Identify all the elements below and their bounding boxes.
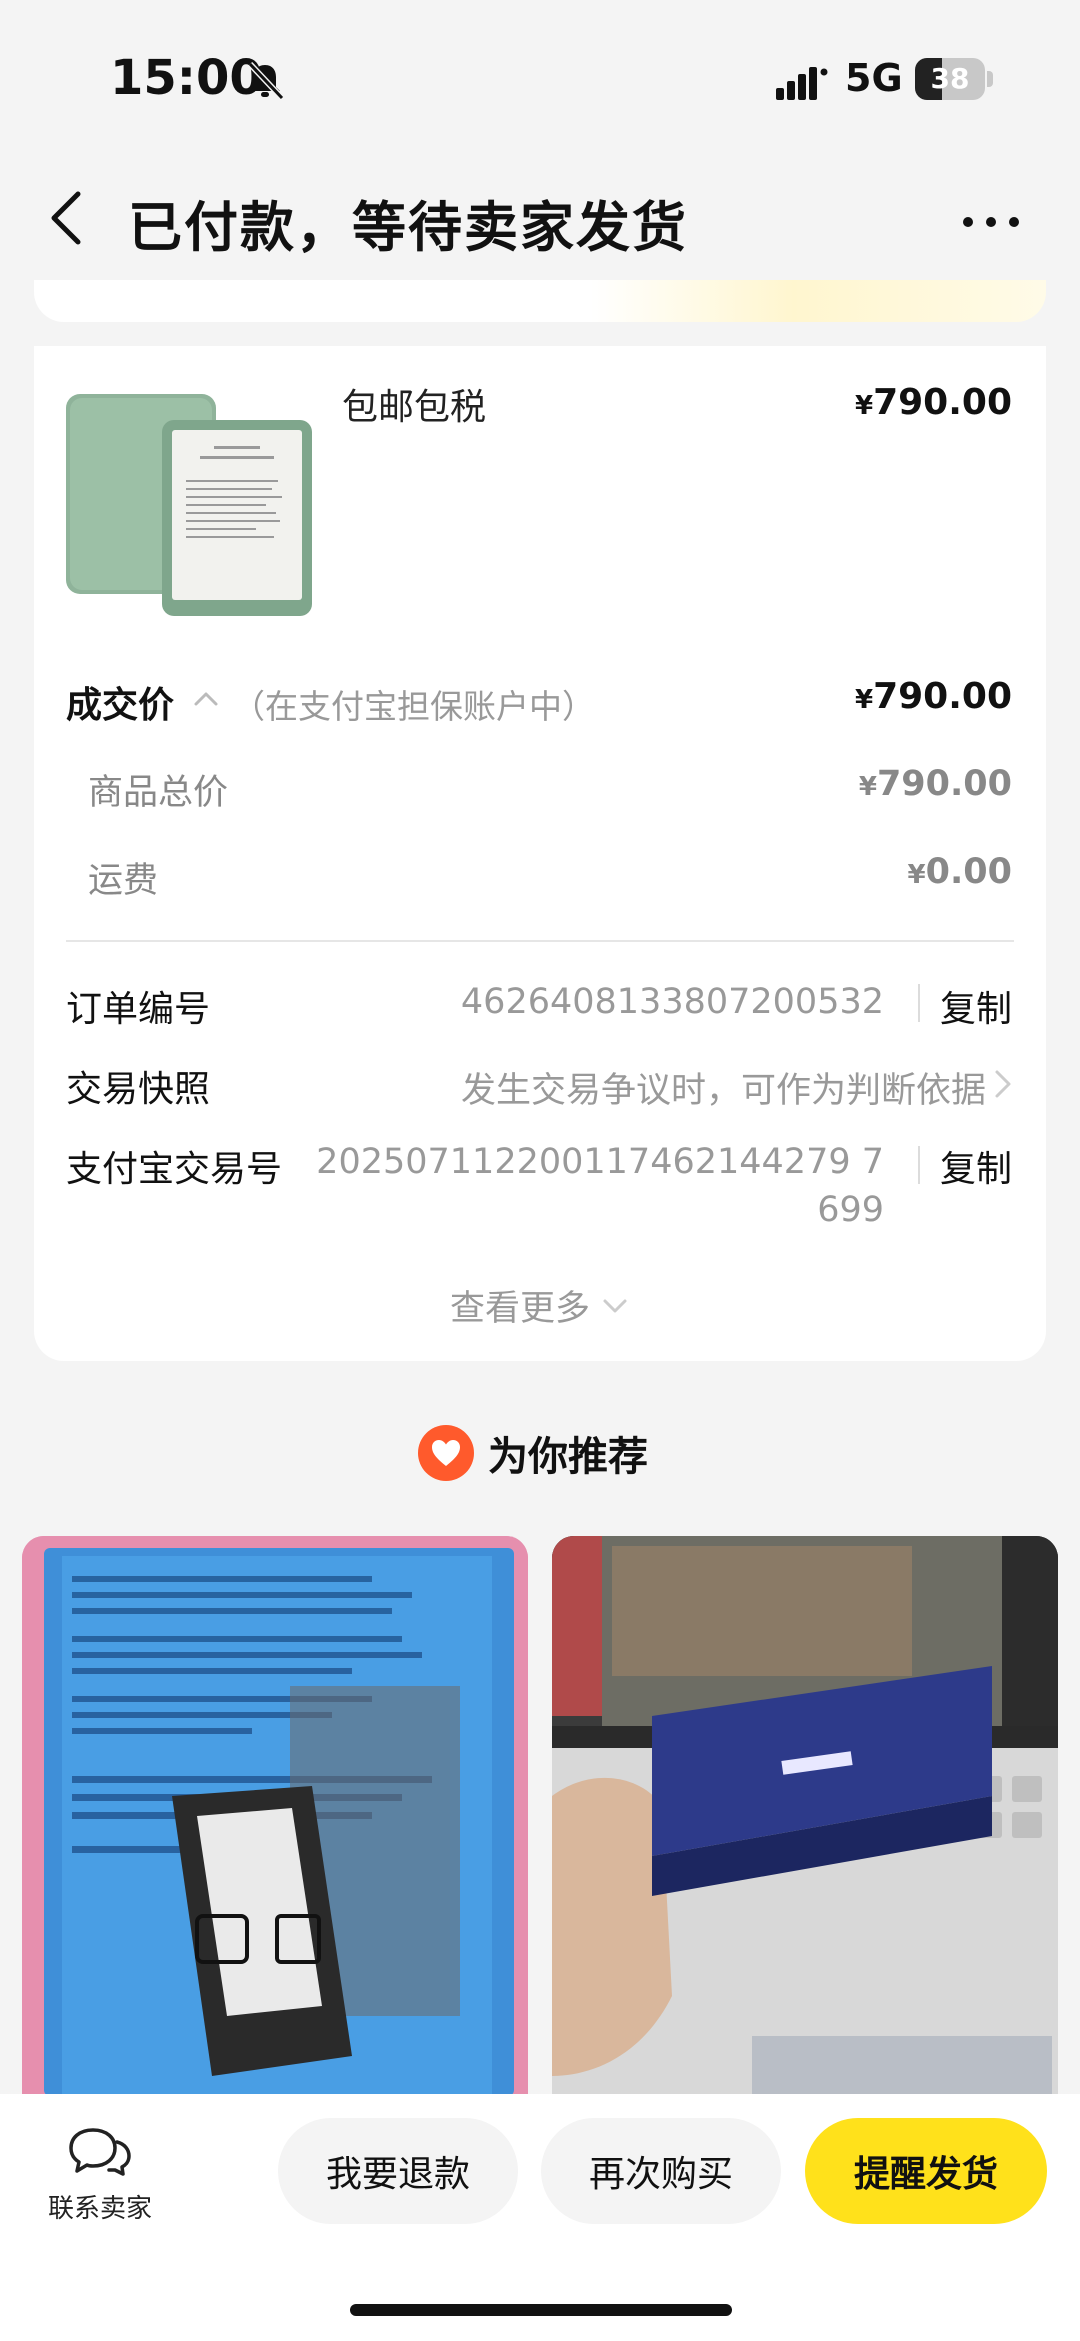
copy-alipay-number-button[interactable]: 复制 — [940, 1140, 1012, 1192]
status-time: 15:00 — [110, 50, 263, 106]
alipay-trade-number-label: 支付宝交易号 — [66, 1149, 283, 1190]
recommend-item-image[interactable] — [552, 1536, 1058, 2096]
order-number-value: 4626408133807200532 — [460, 982, 884, 1022]
price-symbol: ¥ — [854, 685, 874, 715]
price-value: 790.00 — [873, 676, 1012, 717]
battery-level: 38 — [930, 62, 970, 95]
snapshot-label[interactable]: 交易快照 — [66, 1060, 210, 1112]
more-options-icon[interactable] — [960, 210, 1022, 234]
shipping-value: ¥0.00 — [908, 852, 1012, 892]
chevron-down-icon — [603, 1299, 627, 1312]
chat-icon — [69, 2128, 131, 2176]
price-value: 790.00 — [876, 764, 1012, 804]
page-title: 已付款，等待卖家发货 — [128, 196, 688, 259]
shipping-label: 运费 — [88, 861, 159, 901]
remind-shipping-button[interactable]: 提醒发货 — [805, 2118, 1047, 2224]
price-symbol: ¥ — [858, 772, 877, 802]
bell-off-icon — [247, 61, 285, 101]
contact-seller-button[interactable]: 联系卖家 — [30, 2124, 170, 2225]
see-more-button[interactable]: 查看更多 — [0, 1280, 1080, 1331]
recommend-title: 为你推荐 — [488, 1434, 648, 1480]
goods-total-value: ¥790.00 — [859, 764, 1012, 804]
price-symbol: ¥ — [854, 391, 874, 421]
battery-tip — [987, 71, 993, 87]
signal-icon — [776, 67, 828, 100]
product-thumbnail[interactable] — [64, 390, 314, 620]
alipay-trade-number-line2: 699 — [817, 1190, 884, 1230]
separator — [918, 984, 920, 1022]
separator — [918, 1146, 920, 1184]
price-symbol: ¥ — [907, 860, 926, 890]
network-type: 5G — [845, 56, 903, 100]
goods-total-label: 商品总价 — [88, 773, 229, 813]
price-value: 790.00 — [873, 382, 1012, 423]
snapshot-value[interactable]: 发生交易争议时，可作为判断依据 — [461, 1062, 986, 1113]
escrow-note: （在支付宝担保账户中） — [232, 687, 595, 726]
status-card-remnant — [34, 280, 1046, 322]
heart-icon — [418, 1425, 474, 1481]
product-price: ¥790.00 — [855, 382, 1012, 423]
see-more-label: 查看更多 — [449, 1289, 590, 1329]
refund-button[interactable]: 我要退款 — [278, 2118, 518, 2224]
product-title[interactable]: 包邮包税 — [342, 378, 486, 430]
buy-again-button[interactable]: 再次购买 — [541, 2118, 781, 2224]
copy-order-number-button[interactable]: 复制 — [940, 980, 1012, 1032]
recommend-header: 为你推荐 — [418, 1424, 648, 1482]
chevron-up-icon[interactable] — [190, 682, 222, 714]
battery-icon: 38 — [915, 58, 985, 100]
order-number-label: 订单编号 — [66, 989, 211, 1030]
back-arrow-icon[interactable] — [46, 188, 86, 248]
recommend-item-image[interactable] — [22, 1536, 528, 2096]
deal-price-label[interactable]: 成交价 — [66, 676, 174, 728]
contact-seller-label: 联系卖家 — [47, 2194, 152, 2224]
deal-price: ¥790.00 — [855, 676, 1012, 717]
status-bar: 15:00 5G 38 — [0, 0, 1080, 160]
alipay-trade-number-line1: 202507112200117462144279 7 — [316, 1142, 884, 1182]
price-value: 0.00 — [925, 852, 1012, 892]
chevron-right-icon[interactable] — [992, 1066, 1014, 1102]
home-indicator[interactable] — [350, 2304, 732, 2316]
divider — [66, 940, 1014, 942]
